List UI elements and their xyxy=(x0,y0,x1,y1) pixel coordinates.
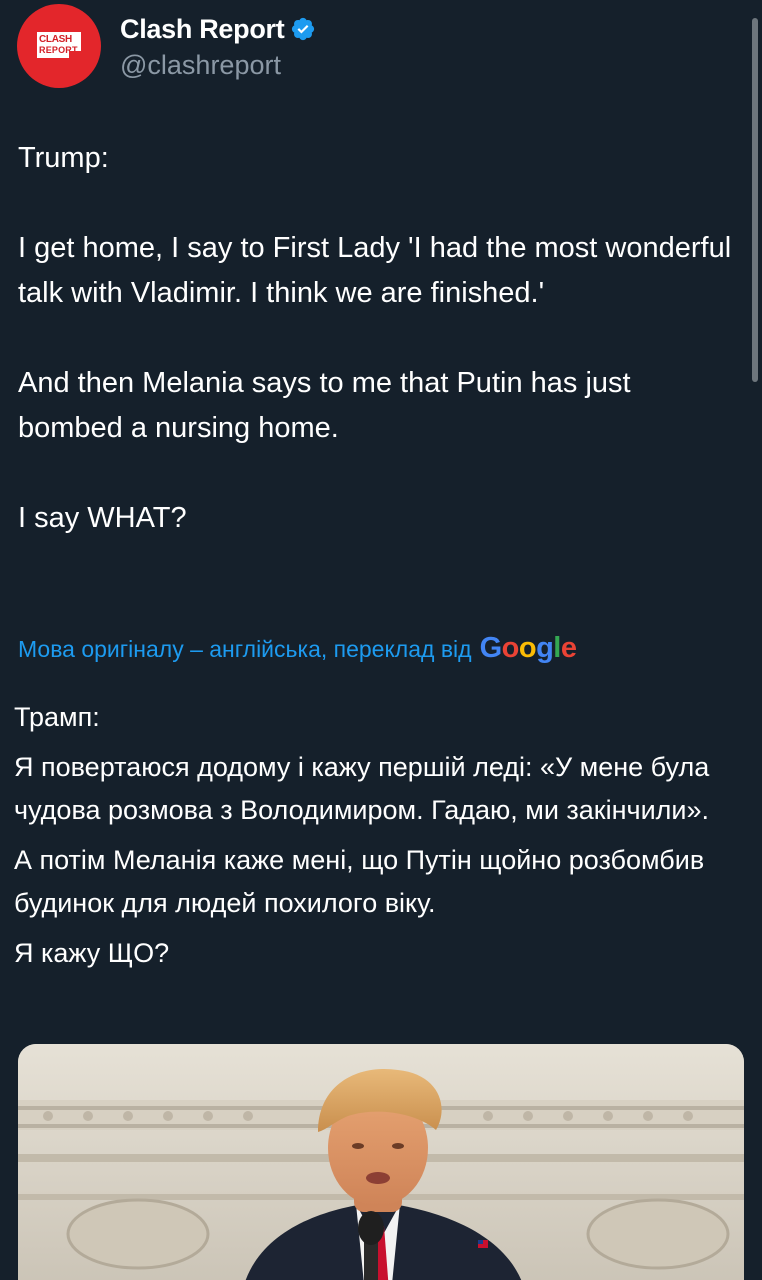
tweet-page: CLASH REPORT Clash Report @clashreport T… xyxy=(0,0,762,1280)
translated-text: Трамп: Я повертаюся додому і кажу першій… xyxy=(14,696,734,982)
author-handle[interactable]: @clashreport xyxy=(120,50,316,81)
display-name[interactable]: Clash Report xyxy=(120,14,285,45)
media-photo-illustration xyxy=(18,1044,744,1280)
tweet-paragraph: I say WHAT? xyxy=(18,502,187,534)
author-names: Clash Report @clashreport xyxy=(120,12,316,81)
tweet-paragraph: Trump: xyxy=(18,142,109,174)
scrollbar[interactable] xyxy=(752,18,758,382)
google-logo: Google xyxy=(479,632,577,664)
tweet-media-photo[interactable] xyxy=(18,1044,744,1280)
tweet-paragraph: And then Melania says to me that Putin h… xyxy=(18,367,639,444)
avatar-logo: CLASH REPORT xyxy=(37,32,81,58)
tweet-paragraph: I get home, I say to First Lady 'I had t… xyxy=(18,232,740,309)
tweet-header: CLASH REPORT Clash Report @clashreport xyxy=(17,4,316,90)
translated-paragraph: Я повертаюся додому і кажу першій леді: … xyxy=(14,752,710,825)
translated-paragraph: Я кажу ЩО? xyxy=(14,938,170,968)
translated-paragraph: А потім Меланія каже мені, що Путін щойн… xyxy=(14,845,705,918)
translation-notice-text: Мова оригіналу – англійська, переклад ві… xyxy=(18,636,472,662)
verified-badge-icon[interactable] xyxy=(290,16,316,42)
display-name-row: Clash Report xyxy=(120,12,316,46)
tweet-text: Trump: I get home, I say to First Lady '… xyxy=(18,136,738,541)
avatar[interactable]: CLASH REPORT xyxy=(17,4,101,88)
avatar-logo-line1: CLASH xyxy=(39,34,72,45)
avatar-logo-notch xyxy=(69,51,81,58)
translated-paragraph: Трамп: xyxy=(14,702,100,732)
translation-notice[interactable]: Мова оригіналу – англійська, переклад ві… xyxy=(18,632,577,665)
